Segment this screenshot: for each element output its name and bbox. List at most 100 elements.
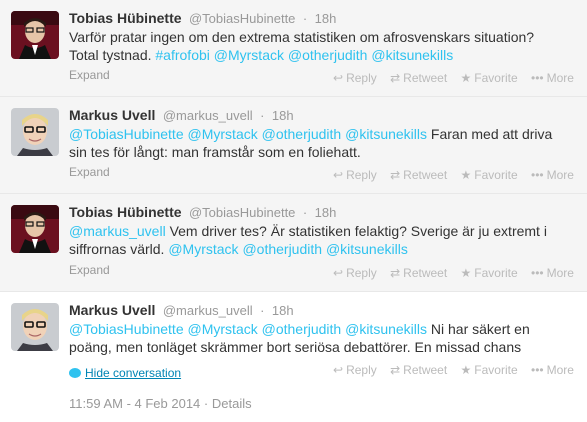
avatar-tobias-image — [11, 205, 59, 253]
conversation-bubble-icon — [69, 368, 81, 378]
retweet-icon: ⇄ — [390, 363, 401, 377]
more-button[interactable]: ••• More — [531, 168, 574, 182]
tweet-text: @markus_uvell Vem driver tes? Är statist… — [69, 222, 569, 258]
avatar[interactable] — [11, 303, 59, 351]
reply-button[interactable]: ↩ Reply — [333, 71, 377, 85]
more-icon: ••• — [531, 363, 544, 377]
tweet-text-line: Varför pratar ingen om den extrema stati… — [69, 29, 535, 45]
tweet-item[interactable]: Tobias Hübinette @TobiasHubinette · 18h … — [0, 0, 587, 97]
tweet-time[interactable]: 18h — [272, 108, 294, 123]
reply-button[interactable]: ↩ Reply — [333, 266, 377, 280]
tweet-text-plain: Ni har säkert en — [430, 321, 530, 337]
more-icon: ••• — [531, 168, 544, 182]
tweet-author-name[interactable]: Tobias Hübinette — [69, 10, 182, 26]
mention-link[interactable]: @kitsunekills — [345, 321, 427, 337]
tweet-author-name[interactable]: Markus Uvell — [69, 107, 155, 123]
tweet-author-handle[interactable]: @TobiasHubinette — [189, 205, 295, 220]
star-icon: ★ — [460, 168, 472, 182]
star-icon: ★ — [460, 266, 472, 280]
tweet-text: Varför pratar ingen om den extrema stati… — [69, 28, 569, 64]
tweet-text-plain: Total tystnad. — [69, 47, 152, 63]
separator-dot: · — [203, 396, 209, 411]
tweet-actions: ↩ Reply ⇄ Retweet ★ Favorite ••• More — [333, 168, 584, 182]
tweet-actions: ↩ Reply ⇄ Retweet ★ Favorite ••• More — [333, 363, 584, 377]
avatar-markus-image — [11, 108, 59, 156]
tweet-time[interactable]: 18h — [315, 205, 337, 220]
tweet-text-line: @TobiasHubinette @Myrstack @otherjudith … — [69, 125, 569, 143]
tweet-text-plain: Vem driver tes? Är statistiken felaktig?… — [169, 223, 547, 239]
hashtag-link[interactable]: #afrofobi — [155, 47, 209, 63]
tweet-text: @TobiasHubinette @Myrstack @otherjudith … — [69, 320, 569, 356]
star-icon: ★ — [460, 363, 472, 377]
reply-icon: ↩ — [333, 168, 344, 182]
avatar[interactable] — [11, 11, 59, 59]
hide-conversation-link[interactable]: Hide conversation — [69, 366, 181, 380]
tweet-item[interactable]: Markus Uvell @markus_uvell · 18h @Tobias… — [0, 97, 587, 194]
avatar-tobias-image — [11, 11, 59, 59]
tweet-time[interactable]: 18h — [315, 11, 337, 26]
more-button[interactable]: ••• More — [531, 363, 574, 377]
mention-link[interactable]: @Myrstack — [214, 47, 284, 63]
tweet-text-line: @markus_uvell Vem driver tes? Är statist… — [69, 222, 569, 240]
retweet-button[interactable]: ⇄ Retweet — [390, 71, 447, 85]
retweet-button[interactable]: ⇄ Retweet — [390, 266, 447, 280]
tweet-item[interactable]: Tobias Hübinette @TobiasHubinette · 18h … — [0, 194, 587, 292]
reply-button[interactable]: ↩ Reply — [333, 168, 377, 182]
retweet-button[interactable]: ⇄ Retweet — [390, 168, 447, 182]
tweet-text-line: poäng, men tonläget skrämmer bort seriös… — [69, 339, 522, 355]
favorite-button[interactable]: ★ Favorite — [461, 363, 518, 377]
avatar[interactable] — [11, 205, 59, 253]
tweet-text-line: sin tes för långt: man framstår som en f… — [69, 144, 361, 160]
tweet-author-name[interactable]: Markus Uvell — [69, 302, 155, 318]
tweet-text-plain: Faran med att driva — [430, 126, 553, 142]
more-icon: ••• — [531, 71, 544, 85]
expand-link[interactable]: Expand — [69, 165, 110, 179]
mention-link[interactable]: @otherjudith — [288, 47, 368, 63]
mention-link[interactable]: @kitsunekills — [345, 126, 427, 142]
mention-link[interactable]: @Myrstack — [188, 321, 258, 337]
mention-link[interactable]: @Myrstack — [168, 241, 238, 257]
retweet-icon: ⇄ — [390, 266, 401, 280]
favorite-button[interactable]: ★ Favorite — [461, 71, 518, 85]
mention-link[interactable]: @TobiasHubinette — [69, 321, 184, 337]
tweet-author-name[interactable]: Tobias Hübinette — [69, 204, 182, 220]
expand-link[interactable]: Expand — [69, 263, 110, 277]
reply-icon: ↩ — [333, 71, 344, 85]
tweet-author-handle[interactable]: @markus_uvell — [163, 108, 253, 123]
more-button[interactable]: ••• More — [531, 71, 574, 85]
reply-icon: ↩ — [333, 266, 344, 280]
favorite-button[interactable]: ★ Favorite — [461, 266, 518, 280]
more-icon: ••• — [531, 266, 544, 280]
star-icon: ★ — [460, 71, 472, 85]
mention-link[interactable]: @otherjudith — [242, 241, 322, 257]
tweet-text: @TobiasHubinette @Myrstack @otherjudith … — [69, 125, 569, 161]
mention-link[interactable]: @otherjudith — [262, 321, 342, 337]
tweet-timestamp-details: 11:59 AM - 4 Feb 2014 · Details — [69, 396, 252, 411]
tweet-timestamp[interactable]: 11:59 AM - 4 Feb 2014 — [69, 396, 200, 411]
separator-dot: · — [302, 205, 308, 220]
mention-link[interactable]: @kitsunekills — [326, 241, 408, 257]
mention-link[interactable]: @TobiasHubinette — [69, 126, 184, 142]
mention-link[interactable]: @markus_uvell — [69, 223, 166, 239]
reply-icon: ↩ — [333, 363, 344, 377]
retweet-icon: ⇄ — [390, 71, 401, 85]
details-link[interactable]: Details — [212, 396, 252, 411]
mention-link[interactable]: @otherjudith — [262, 126, 342, 142]
separator-dot: · — [302, 11, 308, 26]
tweet-text-line: siffrornas värld. @Myrstack @otherjudith… — [69, 240, 569, 258]
retweet-button[interactable]: ⇄ Retweet — [390, 363, 447, 377]
tweet-time[interactable]: 18h — [272, 303, 294, 318]
reply-button[interactable]: ↩ Reply — [333, 363, 377, 377]
favorite-button[interactable]: ★ Favorite — [461, 168, 518, 182]
mention-link[interactable]: @Myrstack — [188, 126, 258, 142]
expand-link[interactable]: Expand — [69, 68, 110, 82]
tweet-text-plain: siffrornas värld. — [69, 241, 165, 257]
mention-link[interactable]: @kitsunekills — [371, 47, 453, 63]
tweet-actions: ↩ Reply ⇄ Retweet ★ Favorite ••• More — [333, 266, 584, 280]
tweet-author-handle[interactable]: @TobiasHubinette — [189, 11, 295, 26]
separator-dot: · — [260, 108, 265, 123]
retweet-icon: ⇄ — [390, 168, 401, 182]
avatar[interactable] — [11, 108, 59, 156]
tweet-author-handle[interactable]: @markus_uvell — [163, 303, 253, 318]
more-button[interactable]: ••• More — [531, 266, 574, 280]
